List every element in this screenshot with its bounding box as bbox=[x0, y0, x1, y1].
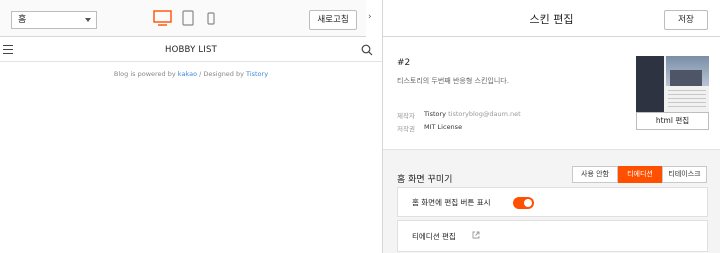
desktop-device-icon[interactable] bbox=[153, 10, 172, 26]
search-icon[interactable] bbox=[361, 44, 373, 56]
category-select[interactable]: 홈 bbox=[11, 11, 97, 29]
footer-middle: / Designed by bbox=[197, 70, 247, 78]
app-root: 홈 새로고침 HOBBY LIST Blog is powered by kak… bbox=[0, 0, 720, 253]
toggle-label: 홈 화면에 편집 버튼 표시 bbox=[412, 198, 491, 207]
maker-email: tistoryblog@daum.net bbox=[448, 110, 521, 118]
html-edit-button[interactable]: html 편집 bbox=[636, 112, 709, 130]
kakao-link[interactable]: kakao bbox=[178, 70, 197, 78]
chevron-down-icon bbox=[85, 18, 91, 22]
skin-description: 티스토리의 두번째 반응형 스킨입니다. bbox=[397, 77, 509, 85]
skin-number: #2 bbox=[397, 58, 411, 68]
collapse-panel-icon[interactable]: › bbox=[368, 12, 372, 22]
blog-title[interactable]: HOBBY LIST bbox=[0, 45, 382, 55]
skin-thumbnail bbox=[636, 56, 709, 113]
maker-label: 제작자 bbox=[397, 112, 415, 120]
tablet-device-icon[interactable] bbox=[182, 10, 194, 26]
tab-t-edition[interactable]: 티에디션 bbox=[618, 166, 662, 183]
maker-value: Tistory tistoryblog@daum.net bbox=[424, 110, 521, 118]
footer-prefix: Blog is powered by bbox=[113, 70, 178, 78]
home-customize-section: 홈 화면 꾸미기 사용 안함 티에디션 티테이스크 홈 화면에 편집 버튼 표시… bbox=[383, 150, 720, 253]
license-value: MIT License bbox=[424, 123, 463, 131]
edit-button-toggle[interactable] bbox=[513, 197, 534, 209]
edition-edit-row[interactable]: 티에디션 편집 bbox=[397, 220, 708, 252]
license-label: 저작권 bbox=[397, 125, 415, 133]
home-customize-label: 홈 화면 꾸미기 bbox=[397, 175, 453, 185]
save-button[interactable]: 저장 bbox=[664, 10, 708, 30]
tistory-link[interactable]: Tistory bbox=[246, 70, 268, 78]
external-link-icon bbox=[472, 231, 480, 239]
edition-edit-link[interactable]: 티에디션 편집 bbox=[412, 231, 456, 242]
home-mode-tabs: 사용 안함 티에디션 티테이스크 bbox=[572, 166, 707, 183]
edit-button-toggle-row: 홈 화면에 편집 버튼 표시 bbox=[397, 187, 708, 217]
tab-t-desk[interactable]: 티테이스크 bbox=[662, 166, 707, 183]
maker-name: Tistory bbox=[424, 110, 447, 118]
editor-pane: 스킨 편집 저장 #2 티스토리의 두번째 반응형 스킨입니다. 제작자 Tis… bbox=[383, 0, 720, 253]
tab-none[interactable]: 사용 안함 bbox=[572, 166, 618, 183]
mobile-device-icon[interactable] bbox=[207, 12, 215, 25]
editor-header: 스킨 편집 저장 bbox=[383, 0, 720, 37]
preview-toolbar: 홈 새로고침 bbox=[0, 0, 366, 37]
category-select-value: 홈 bbox=[18, 15, 27, 25]
blog-footer: Blog is powered by kakao / Designed by T… bbox=[0, 70, 382, 78]
refresh-button[interactable]: 새로고침 bbox=[309, 10, 357, 30]
preview-pane: 홈 새로고침 HOBBY LIST Blog is powered by kak… bbox=[0, 0, 382, 253]
blog-header: HOBBY LIST bbox=[0, 38, 382, 62]
